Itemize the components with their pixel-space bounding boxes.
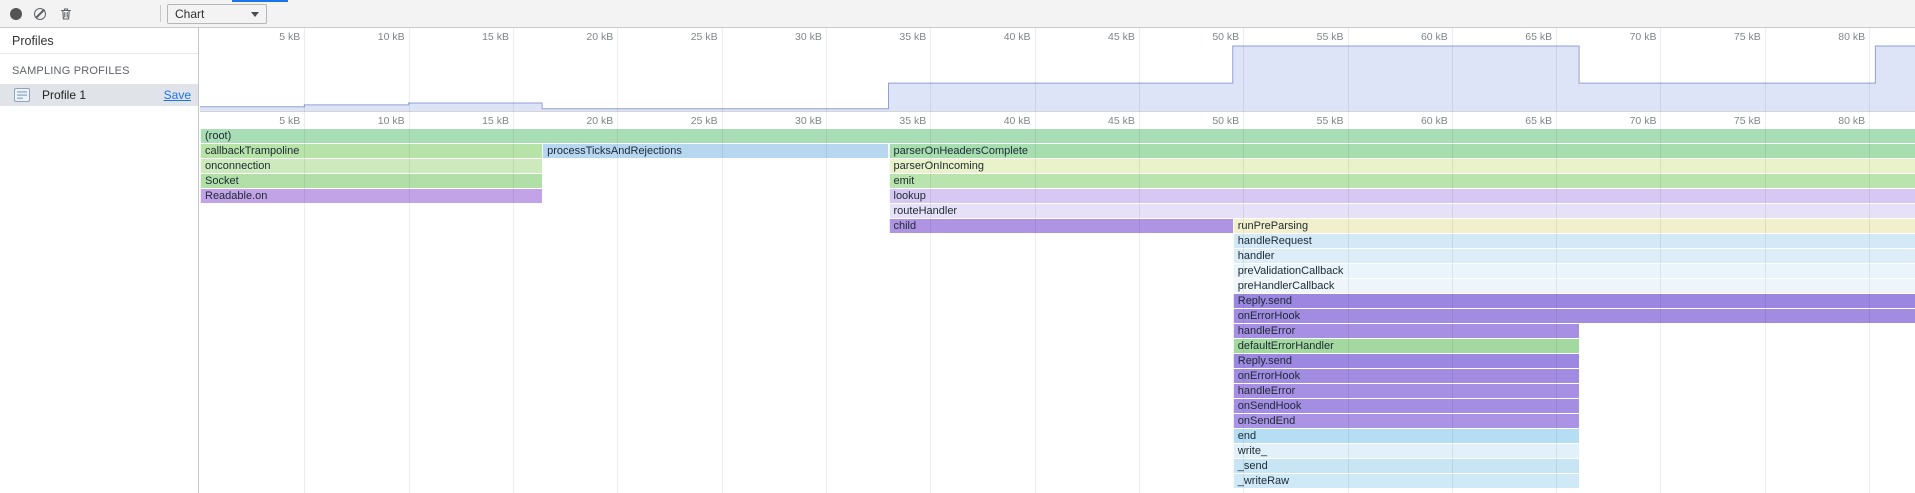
ruler-tick-label: 60 kB [1421, 31, 1448, 43]
flame-frame-send[interactable]: _send [1233, 459, 1579, 473]
flame-frame-processticksandrejections[interactable]: processTicksAndRejections [542, 144, 888, 158]
ruler-tick-label: 60 kB [1421, 115, 1448, 127]
flame-frame-child[interactable]: child [889, 219, 1233, 233]
ruler-tick-label: 5 kB [279, 31, 300, 43]
toolbar-divider [160, 5, 161, 22]
flame-frame-root[interactable]: (root) [200, 129, 1915, 143]
ruler-tick-label: 25 kB [691, 115, 718, 127]
ruler-tick-label: 75 kB [1734, 115, 1761, 127]
active-tab-indicator [232, 0, 288, 2]
flame-chart: (root)callbackTrampolineprocessTicksAndR… [200, 129, 1915, 493]
flame-frame-handleerror[interactable]: handleError [1233, 384, 1579, 398]
ruler-tick-label: 15 kB [482, 115, 509, 127]
sidebar-item-profile-1[interactable]: Profile 1 Save [0, 84, 198, 106]
flame-frame-onerrorhook[interactable]: onErrorHook [1233, 309, 1915, 323]
ruler-tick-label: 50 kB [1212, 115, 1239, 127]
flame-frame-readable-on[interactable]: Readable.on [200, 189, 542, 203]
ruler-tick-label: 30 kB [795, 31, 822, 43]
ruler-tick-label: 20 kB [586, 31, 613, 43]
ruler-tick-label: 75 kB [1734, 31, 1761, 43]
flame-frame-onsendend[interactable]: onSendEnd [1233, 414, 1579, 428]
ruler-tick-label: 65 kB [1525, 31, 1552, 43]
ruler-tick-label: 80 kB [1838, 115, 1865, 127]
flame-frame-callbacktrampoline[interactable]: callbackTrampoline [200, 144, 542, 158]
ruler-tick-label: 55 kB [1317, 31, 1344, 43]
ruler-tick-label: 70 kB [1630, 115, 1657, 127]
flame-frame-end[interactable]: end [1233, 429, 1579, 443]
chevron-down-icon [251, 12, 259, 17]
flame-frame-lookup[interactable]: lookup [889, 189, 1915, 203]
flame-chart-pane: 5 kB 10 kB 15 kB 20 kB 25 kB 30 kB 35 kB 40 kB 4… [200, 28, 1915, 493]
flame-chart-ruler: 5 kB 10 kB 15 kB 20 kB 25 kB 30 kB 35 kB 40 kB 4… [200, 111, 1915, 128]
ruler-tick-label: 45 kB [1108, 31, 1135, 43]
flame-frame-reply-send[interactable]: Reply.send [1233, 354, 1579, 368]
flame-frame-parseronincoming[interactable]: parserOnIncoming [889, 159, 1915, 173]
record-button[interactable] [5, 3, 27, 25]
view-mode-value: Chart [175, 7, 204, 21]
profile-name: Profile 1 [42, 88, 164, 102]
overview-ruler: 5 kB 10 kB 15 kB 20 kB 25 kB 30 kB 35 kB 40 kB 4… [200, 28, 1915, 45]
devtools-memory-panel: Chart Profiles SAMPLING PROFILES Profile… [0, 0, 1915, 493]
ruler-tick-label: 10 kB [378, 31, 405, 43]
flame-frame-handler[interactable]: handler [1233, 249, 1915, 263]
ruler-tick-label: 55 kB [1317, 115, 1344, 127]
trash-icon [59, 7, 73, 21]
memory-overview-timeline[interactable] [200, 45, 1915, 111]
flame-frame-prevalidationcallback[interactable]: preValidationCallback [1233, 264, 1915, 278]
memory-usage-area [200, 45, 1915, 111]
flame-frame-write[interactable]: write_ [1233, 444, 1579, 458]
flame-frame-defaulterrorhandler[interactable]: defaultErrorHandler [1233, 339, 1579, 353]
toolbar: Chart [0, 0, 1915, 28]
profile-icon [14, 88, 30, 102]
sidebar-title: Profiles [0, 28, 198, 54]
ruler-tick-label: 15 kB [482, 31, 509, 43]
flame-frame-parseronheaderscomplete[interactable]: parserOnHeadersComplete [889, 144, 1915, 158]
ruler-tick-label: 35 kB [899, 31, 926, 43]
ruler-tick-label: 20 kB [586, 115, 613, 127]
flame-frame-emit[interactable]: emit [889, 174, 1915, 188]
ruler-tick-label: 25 kB [691, 31, 718, 43]
flame-frame-handleerror[interactable]: handleError [1233, 324, 1579, 338]
sampling-profiles-section-label: SAMPLING PROFILES [0, 54, 198, 84]
ruler-tick-label: 80 kB [1838, 31, 1865, 43]
flame-frame-onsendhook[interactable]: onSendHook [1233, 399, 1579, 413]
flame-frame-onconnection[interactable]: onconnection [200, 159, 542, 173]
view-mode-select[interactable]: Chart [167, 4, 267, 24]
flame-frame-socket[interactable]: Socket [200, 174, 542, 188]
ruler-tick-label: 30 kB [795, 115, 822, 127]
flame-frame-prehandlercallback[interactable]: preHandlerCallback [1233, 279, 1915, 293]
flame-frame-onerrorhook[interactable]: onErrorHook [1233, 369, 1579, 383]
flame-frame-handlerequest[interactable]: handleRequest [1233, 234, 1915, 248]
save-profile-link[interactable]: Save [164, 88, 191, 102]
flame-frame-reply-send[interactable]: Reply.send [1233, 294, 1915, 308]
no-entry-icon [34, 8, 46, 20]
delete-profile-button[interactable] [55, 3, 77, 25]
ruler-tick-label: 10 kB [378, 115, 405, 127]
ruler-tick-label: 35 kB [899, 115, 926, 127]
ruler-tick-label: 45 kB [1108, 115, 1135, 127]
flame-frame-runpreparsing[interactable]: runPreParsing [1233, 219, 1915, 233]
ruler-tick-label: 40 kB [1004, 31, 1031, 43]
record-circle-icon [10, 8, 22, 20]
ruler-tick-label: 5 kB [279, 115, 300, 127]
clear-profiles-button[interactable] [29, 3, 51, 25]
flame-frame-routehandler[interactable]: routeHandler [889, 204, 1915, 218]
flame-frame-writeraw[interactable]: _writeRaw [1233, 474, 1579, 488]
ruler-tick-label: 65 kB [1525, 115, 1552, 127]
ruler-tick-label: 70 kB [1630, 31, 1657, 43]
ruler-tick-label: 50 kB [1212, 31, 1239, 43]
ruler-tick-label: 40 kB [1004, 115, 1031, 127]
profiles-sidebar: Profiles SAMPLING PROFILES Profile 1 Sav… [0, 28, 199, 493]
